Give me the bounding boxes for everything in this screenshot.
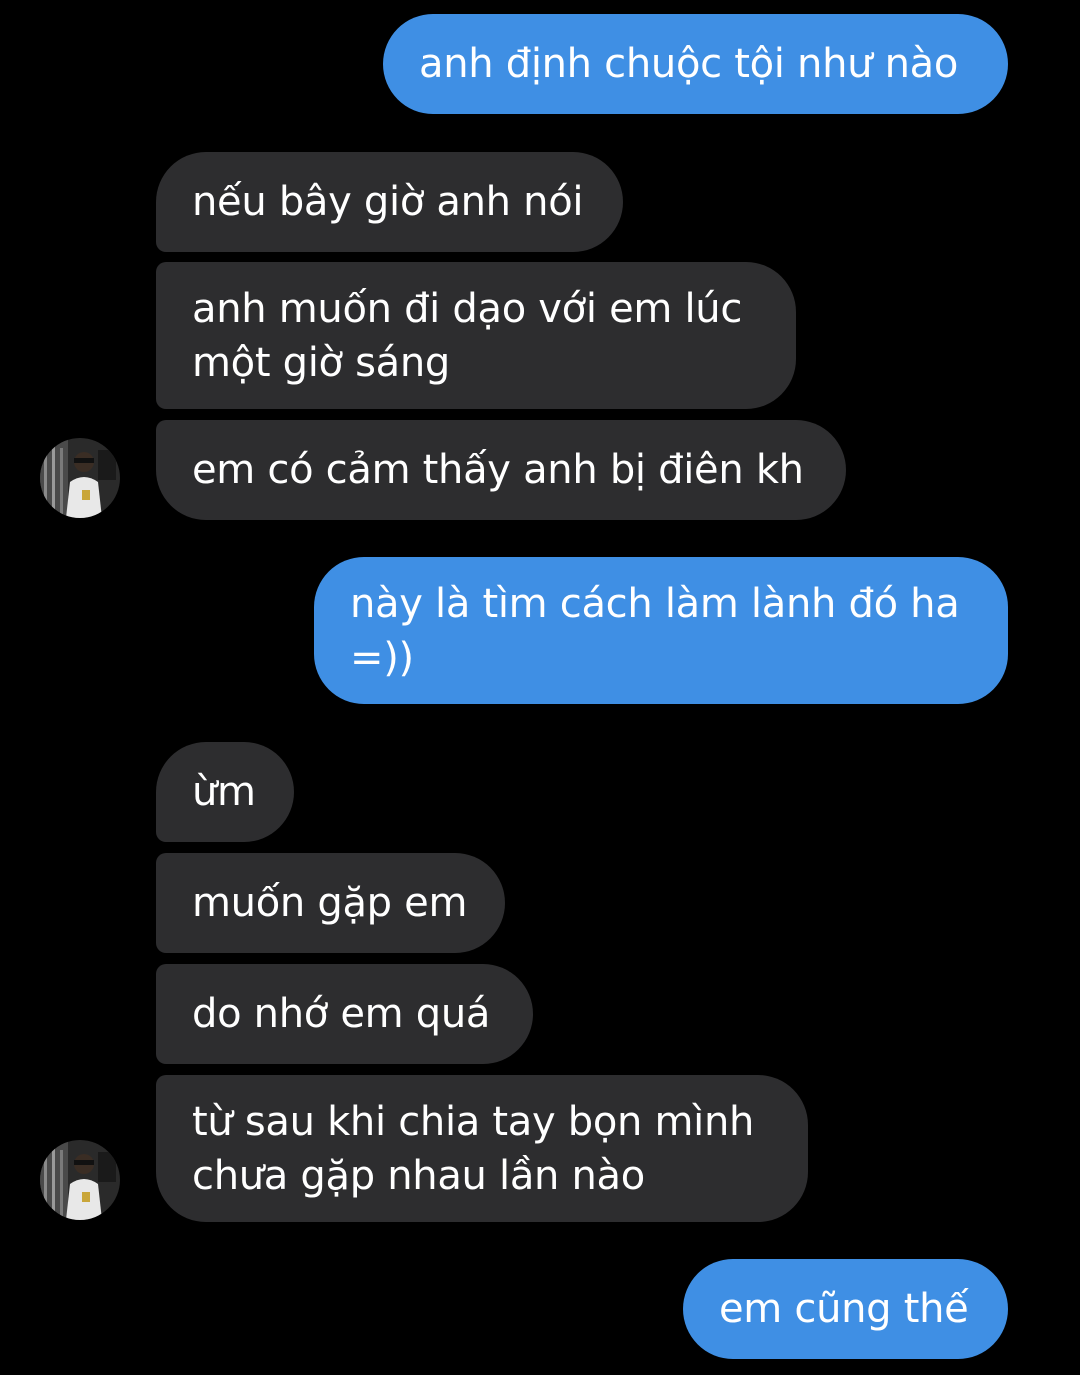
contact-avatar-photo-icon	[40, 438, 120, 518]
message-bubble-received[interactable]: nếu bây giờ anh nói	[156, 152, 623, 252]
message-text: anh muốn đi dạo với em lúc một giờ sáng	[192, 285, 743, 386]
contact-avatar[interactable]	[40, 1140, 120, 1220]
message-text: nếu bây giờ anh nói	[192, 179, 584, 225]
contact-avatar[interactable]	[40, 438, 120, 518]
message-bubble-received[interactable]: ừm	[156, 742, 294, 842]
message-text: này là tìm cách làm lành đó ha =))	[350, 580, 960, 681]
message-text: do nhớ em quá	[192, 991, 491, 1037]
message-bubble-received[interactable]: muốn gặp em	[156, 853, 505, 953]
message-text: em có cảm thấy anh bị điên kh	[192, 447, 804, 493]
contact-avatar-photo-icon	[40, 1140, 120, 1220]
message-bubble-received[interactable]: anh muốn đi dạo với em lúc một giờ sáng	[156, 262, 796, 409]
message-text: anh định chuộc tội như nào	[419, 41, 959, 87]
message-text: ừm	[192, 769, 256, 815]
message-bubble-sent[interactable]: anh định chuộc tội như nào	[383, 14, 1008, 114]
message-text: từ sau khi chia tay bọn mình chưa gặp nh…	[192, 1098, 755, 1199]
message-text: muốn gặp em	[192, 880, 468, 926]
message-bubble-sent[interactable]: em cũng thế	[683, 1259, 1008, 1359]
message-bubble-received[interactable]: từ sau khi chia tay bọn mình chưa gặp nh…	[156, 1075, 808, 1222]
message-bubble-received[interactable]: do nhớ em quá	[156, 964, 533, 1064]
message-bubble-received[interactable]: em có cảm thấy anh bị điên kh	[156, 420, 846, 520]
message-text: em cũng thế	[719, 1286, 969, 1332]
message-bubble-sent[interactable]: này là tìm cách làm lành đó ha =))	[314, 557, 1008, 704]
